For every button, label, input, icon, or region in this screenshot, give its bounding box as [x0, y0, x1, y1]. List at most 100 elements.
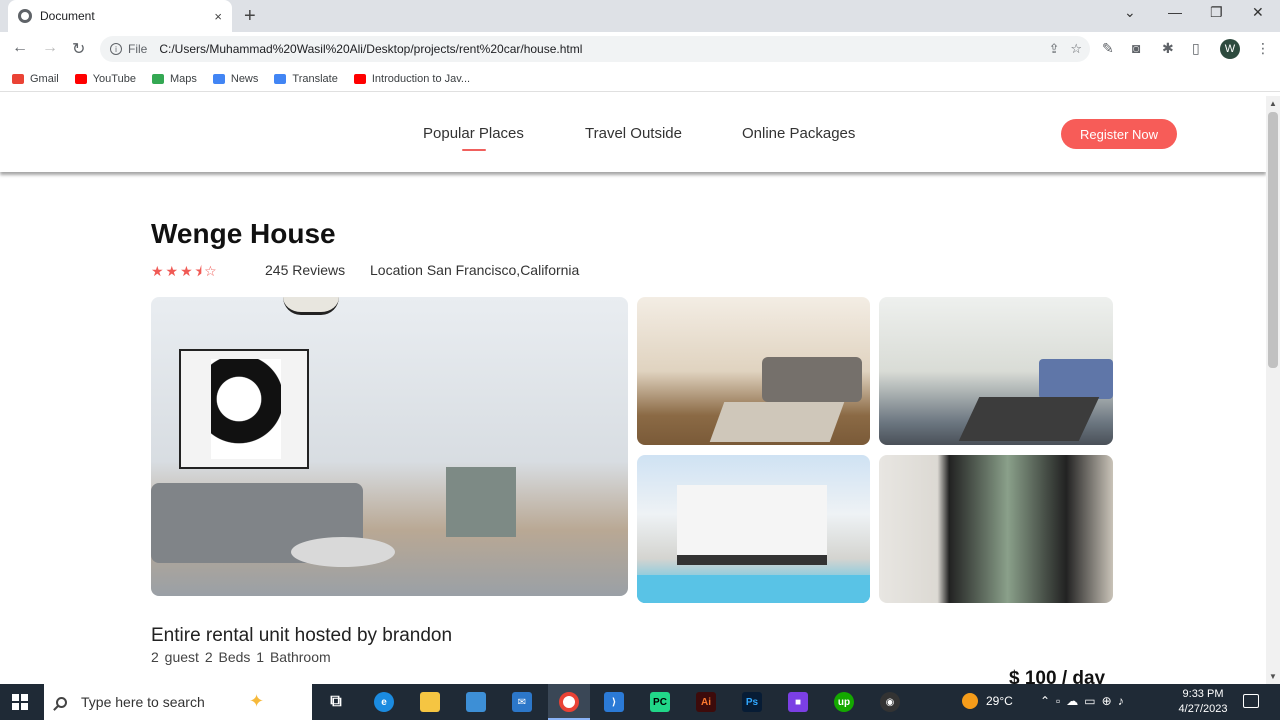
bookmark-intro-java[interactable]: Introduction to Jav... [353, 72, 471, 85]
url-text[interactable]: C:/Users/Muhammad%20Wasil%20Ali/Desktop/… [159, 42, 582, 56]
illustrator-icon[interactable]: Ai [696, 692, 716, 712]
nav-online-packages[interactable]: Online Packages [742, 125, 855, 142]
system-tray-icons[interactable]: ⌃▫☁▭⊕♪ [1040, 694, 1130, 708]
scroll-up-icon[interactable]: ▲ [1269, 99, 1277, 108]
restore-icon[interactable]: ❐ [1210, 4, 1223, 21]
profile-avatar[interactable]: W [1220, 39, 1240, 59]
clock-date: 4/27/2023 [1178, 703, 1228, 715]
globe-icon [18, 9, 32, 23]
store-icon[interactable] [466, 692, 486, 712]
file-explorer-icon[interactable] [420, 692, 440, 712]
taskbar-clock[interactable]: 9:33 PM 4/27/2023 [1173, 687, 1233, 717]
browser-tab-bar: Document × + ⌄ — ❐ ✕ [0, 0, 1280, 32]
rental-title: Entire rental unit hosted by brandon [151, 625, 453, 646]
minimize-icon[interactable]: — [1168, 4, 1182, 20]
photo-bedroom-glass-doors[interactable] [879, 455, 1113, 603]
bookmark-label: Translate [292, 72, 338, 85]
sidebar-icon[interactable]: ▯ [1192, 40, 1200, 57]
pool [637, 575, 870, 603]
news-icon [212, 73, 225, 84]
tab-close-icon[interactable]: × [214, 9, 222, 24]
vscode-icon[interactable]: ⟩ [604, 692, 624, 712]
main-photo-living-room[interactable] [151, 297, 628, 596]
sofa [762, 357, 862, 402]
coffee-table [291, 537, 395, 567]
bookmarks-bar: Gmail YouTube Maps News Translate Introd… [0, 66, 1280, 92]
tab-search-icon[interactable]: ⌄ [1124, 4, 1136, 21]
edge-icon[interactable]: e [374, 692, 394, 712]
clock-time: 9:33 PM [1182, 688, 1224, 700]
youtube-icon [353, 73, 366, 84]
wall-art [179, 349, 309, 469]
page-content: Popular Places Travel Outside Online Pac… [0, 96, 1266, 684]
pycharm-icon[interactable]: PC [650, 692, 670, 712]
menu-kebab-icon[interactable]: ⋮ [1256, 40, 1270, 57]
photo-exterior-pool[interactable] [637, 455, 870, 603]
browser-toolbar: ← → ↻ i File C:/Users/Muhammad%20Wasil%2… [0, 32, 1280, 66]
obs-icon[interactable]: ◉ [880, 692, 900, 712]
close-window-icon[interactable]: ✕ [1252, 4, 1264, 21]
location-text: Location San Francisco,California [370, 262, 580, 278]
reviews-count[interactable]: 245 Reviews [265, 262, 345, 278]
browser-tab[interactable]: Document × [8, 0, 232, 32]
house-title: Wenge House [151, 218, 336, 249]
new-tab-button[interactable]: + [244, 5, 256, 28]
photo-lounge[interactable] [637, 297, 870, 445]
windows-taskbar: Type here to search ✦ ⧉ e ✉ ⟩ PC Ai Ps ■… [0, 684, 1280, 720]
chrome-icon[interactable] [559, 692, 579, 712]
bookmark-news[interactable]: News [212, 72, 259, 85]
bookmark-label: Gmail [30, 72, 59, 85]
extensions-icon[interactable]: ✱ [1162, 40, 1174, 57]
rental-details: 2 guest 2 Beds 1 Bathroom [151, 649, 331, 665]
task-view-icon[interactable]: ⧉ [326, 692, 346, 712]
rug [709, 402, 845, 442]
rug [958, 397, 1100, 441]
back-icon[interactable]: ← [12, 39, 28, 57]
start-icon[interactable] [12, 694, 28, 710]
upwork-icon[interactable]: up [834, 692, 854, 712]
weather-widget[interactable]: 29°C [962, 693, 1013, 709]
bookmark-maps[interactable]: Maps [151, 72, 197, 85]
nav-popular-places[interactable]: Popular Places [423, 125, 524, 151]
temperature: 29°C [986, 694, 1013, 708]
villa [677, 485, 827, 565]
bookmark-youtube[interactable]: YouTube [74, 72, 136, 85]
bookmark-label: News [230, 72, 259, 85]
taskbar-search[interactable]: Type here to search ✦ [44, 684, 312, 720]
scroll-down-icon[interactable]: ▼ [1269, 672, 1277, 681]
mail-icon[interactable]: ✉ [512, 692, 532, 712]
translate-icon [274, 73, 287, 84]
bookmark-translate[interactable]: Translate [274, 72, 338, 85]
notification-icon[interactable] [1243, 694, 1259, 708]
address-bar[interactable]: i File C:/Users/Muhammad%20Wasil%20Ali/D… [100, 36, 1090, 62]
ceiling-lamp [283, 297, 339, 315]
share-star-icons[interactable]: ⇪ ☆ [1049, 41, 1082, 57]
photo-hallway-living[interactable] [879, 297, 1113, 445]
bookmark-label: YouTube [92, 72, 136, 85]
site-navbar: Popular Places Travel Outside Online Pac… [0, 96, 1266, 172]
register-now-button[interactable]: Register Now [1061, 119, 1177, 149]
photoshop-icon[interactable]: Ps [742, 692, 762, 712]
youtube-icon [74, 73, 87, 84]
gmail-icon [12, 73, 24, 84]
nav-travel-outside[interactable]: Travel Outside [585, 125, 682, 142]
page-scrollbar[interactable]: ▲ ▼ [1266, 96, 1280, 684]
forward-icon[interactable]: → [42, 39, 58, 57]
camera-icon[interactable]: ◙ [1132, 40, 1140, 56]
rating-stars: ★★★⯨☆ [151, 263, 219, 279]
file-label: File [128, 42, 148, 56]
reload-icon[interactable]: ↻ [72, 39, 85, 59]
eyedropper-icon[interactable]: ✎ [1102, 40, 1114, 57]
ide-icon[interactable]: ■ [788, 692, 808, 712]
maps-icon [151, 73, 164, 84]
info-icon[interactable]: i [110, 43, 122, 55]
search-icon [56, 696, 67, 708]
bookmark-label: Maps [169, 72, 197, 85]
sparkle-icon: ✦ [249, 691, 265, 711]
tab-title: Document [40, 9, 95, 23]
bookmark-label: Introduction to Jav... [371, 72, 471, 85]
bookmark-gmail[interactable]: Gmail [12, 73, 59, 85]
scrollbar-thumb[interactable] [1268, 112, 1278, 368]
sofa [1039, 359, 1113, 399]
search-placeholder: Type here to search [81, 694, 205, 710]
